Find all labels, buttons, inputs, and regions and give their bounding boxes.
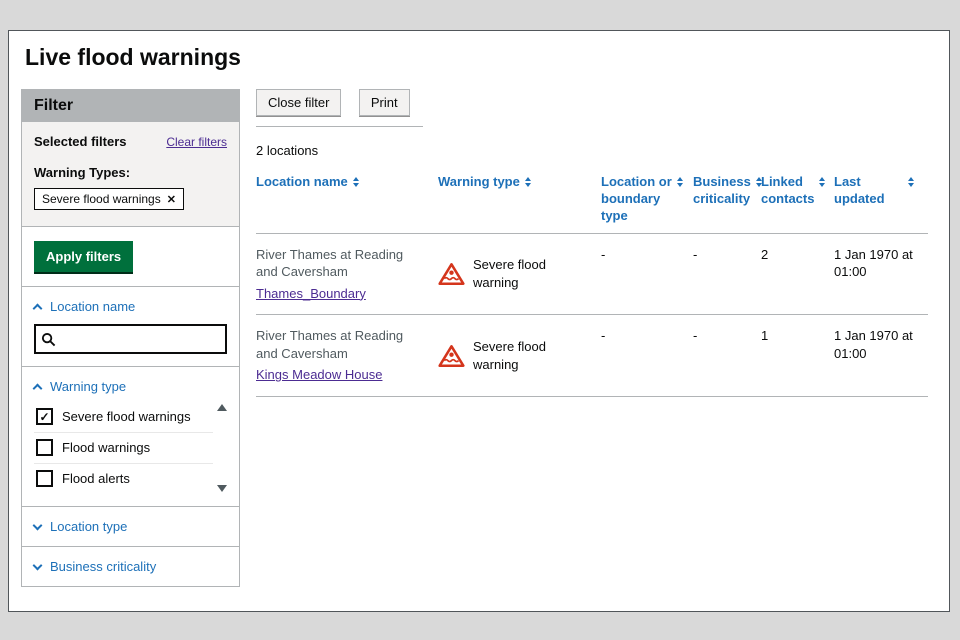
linked-contacts-cell: 1 [761, 315, 834, 396]
location-name-accordion-label: Location name [50, 299, 135, 314]
warning-type-text: Severe flood warning [473, 256, 591, 291]
filter-panel-header: Filter [22, 90, 239, 122]
apply-filters-section: Apply filters [22, 226, 239, 286]
checkbox-unchecked-icon[interactable] [36, 470, 53, 487]
sort-icon [677, 177, 683, 187]
filter-section-location-name: Location name [22, 286, 239, 366]
search-icon [41, 332, 56, 347]
sort-icon [908, 177, 914, 187]
checkbox-label: Flood warnings [62, 440, 150, 455]
business-criticality-accordion-toggle[interactable]: Business criticality [34, 559, 227, 574]
column-header-warning-type[interactable]: Warning type [438, 172, 601, 233]
selected-filters-section: Selected filters Clear filters Warning T… [22, 122, 239, 226]
location-link[interactable]: Thames_Boundary [256, 285, 366, 303]
location-name-text: River Thames at Reading and Caversham [256, 327, 428, 362]
print-button[interactable]: Print [359, 89, 410, 116]
page-title: Live flood warnings [25, 44, 241, 71]
filter-section-location-type: Location type [22, 506, 239, 546]
chevron-down-icon [33, 520, 43, 530]
location-name-accordion-toggle[interactable]: Location name [34, 299, 227, 314]
selected-filters-label: Selected filters [34, 134, 127, 149]
checkbox-row-flood-alerts[interactable]: Flood alerts [34, 464, 213, 494]
column-header-business-criticality[interactable]: Business criticality [693, 172, 761, 233]
location-name-text: River Thames at Reading and Caversham [256, 246, 428, 281]
clear-filters-link[interactable]: Clear filters [166, 135, 227, 149]
column-header-location-or-boundary-type[interactable]: Location or boundary type [601, 172, 693, 233]
chevron-up-icon [33, 304, 43, 314]
severe-flood-warning-icon [438, 344, 465, 368]
severe-flood-warning-icon [438, 262, 465, 286]
filter-section-business-criticality: Business criticality [22, 546, 239, 586]
location-link[interactable]: Kings Meadow House [256, 366, 382, 384]
selected-filter-tag[interactable]: Severe flood warnings ✕ [34, 188, 184, 210]
location-type-accordion-label: Location type [50, 519, 127, 534]
checkbox-row-flood-warnings[interactable]: Flood warnings [34, 433, 213, 464]
warning-type-text: Severe flood warning [473, 338, 591, 373]
location-or-boundary-type-cell: - [601, 234, 693, 315]
business-criticality-cell: - [693, 315, 761, 396]
warning-types-label: Warning Types: [34, 165, 227, 180]
remove-tag-icon[interactable]: ✕ [167, 193, 176, 206]
chevron-down-icon [33, 560, 43, 570]
checkbox-label: Severe flood warnings [62, 409, 191, 424]
toolbar: Close filter Print [256, 89, 423, 127]
sort-icon [525, 177, 531, 187]
business-criticality-accordion-label: Business criticality [50, 559, 156, 574]
selected-filter-tag-label: Severe flood warnings [42, 192, 161, 206]
warning-type-accordion-label: Warning type [50, 379, 126, 394]
close-filter-button[interactable]: Close filter [256, 89, 341, 116]
table-row: River Thames at Reading and Caversham Th… [256, 234, 928, 316]
last-updated-cell: 1 Jan 1970 at 01:00 [834, 234, 924, 315]
last-updated-cell: 1 Jan 1970 at 01:00 [834, 315, 924, 396]
column-header-linked-contacts[interactable]: Linked contacts [761, 172, 834, 233]
warning-type-accordion-toggle[interactable]: Warning type [34, 379, 227, 394]
scroll-up-icon[interactable] [217, 404, 227, 411]
apply-filters-button[interactable]: Apply filters [34, 241, 133, 272]
sort-icon [353, 177, 359, 187]
column-header-last-updated[interactable]: Last updated [834, 172, 924, 233]
results-count: 2 locations [256, 143, 928, 158]
linked-contacts-cell: 2 [761, 234, 834, 315]
filter-section-warning-type: Warning type Severe flood warnings Flood… [22, 366, 239, 506]
results-area: Close filter Print 2 locations Location … [256, 89, 928, 397]
filter-panel: Filter Selected filters Clear filters Wa… [21, 89, 240, 587]
column-header-location-name[interactable]: Location name [256, 172, 438, 233]
table-header-row: Location name Warning type Location or b… [256, 172, 928, 234]
main-window: Live flood warnings Filter Selected filt… [8, 30, 950, 612]
table-row: River Thames at Reading and Caversham Ki… [256, 315, 928, 397]
sort-icon [819, 177, 825, 187]
location-name-search[interactable] [34, 324, 227, 354]
checkbox-unchecked-icon[interactable] [36, 439, 53, 456]
location-type-accordion-toggle[interactable]: Location type [34, 519, 227, 534]
warning-type-options-list: Severe flood warnings Flood warnings Flo… [34, 402, 227, 494]
checkbox-row-severe-flood-warnings[interactable]: Severe flood warnings [34, 402, 213, 433]
chevron-up-icon [33, 384, 43, 394]
scroll-down-icon[interactable] [217, 485, 227, 492]
checkbox-label: Flood alerts [62, 471, 130, 486]
location-or-boundary-type-cell: - [601, 315, 693, 396]
checkbox-checked-icon[interactable] [36, 408, 53, 425]
business-criticality-cell: - [693, 234, 761, 315]
